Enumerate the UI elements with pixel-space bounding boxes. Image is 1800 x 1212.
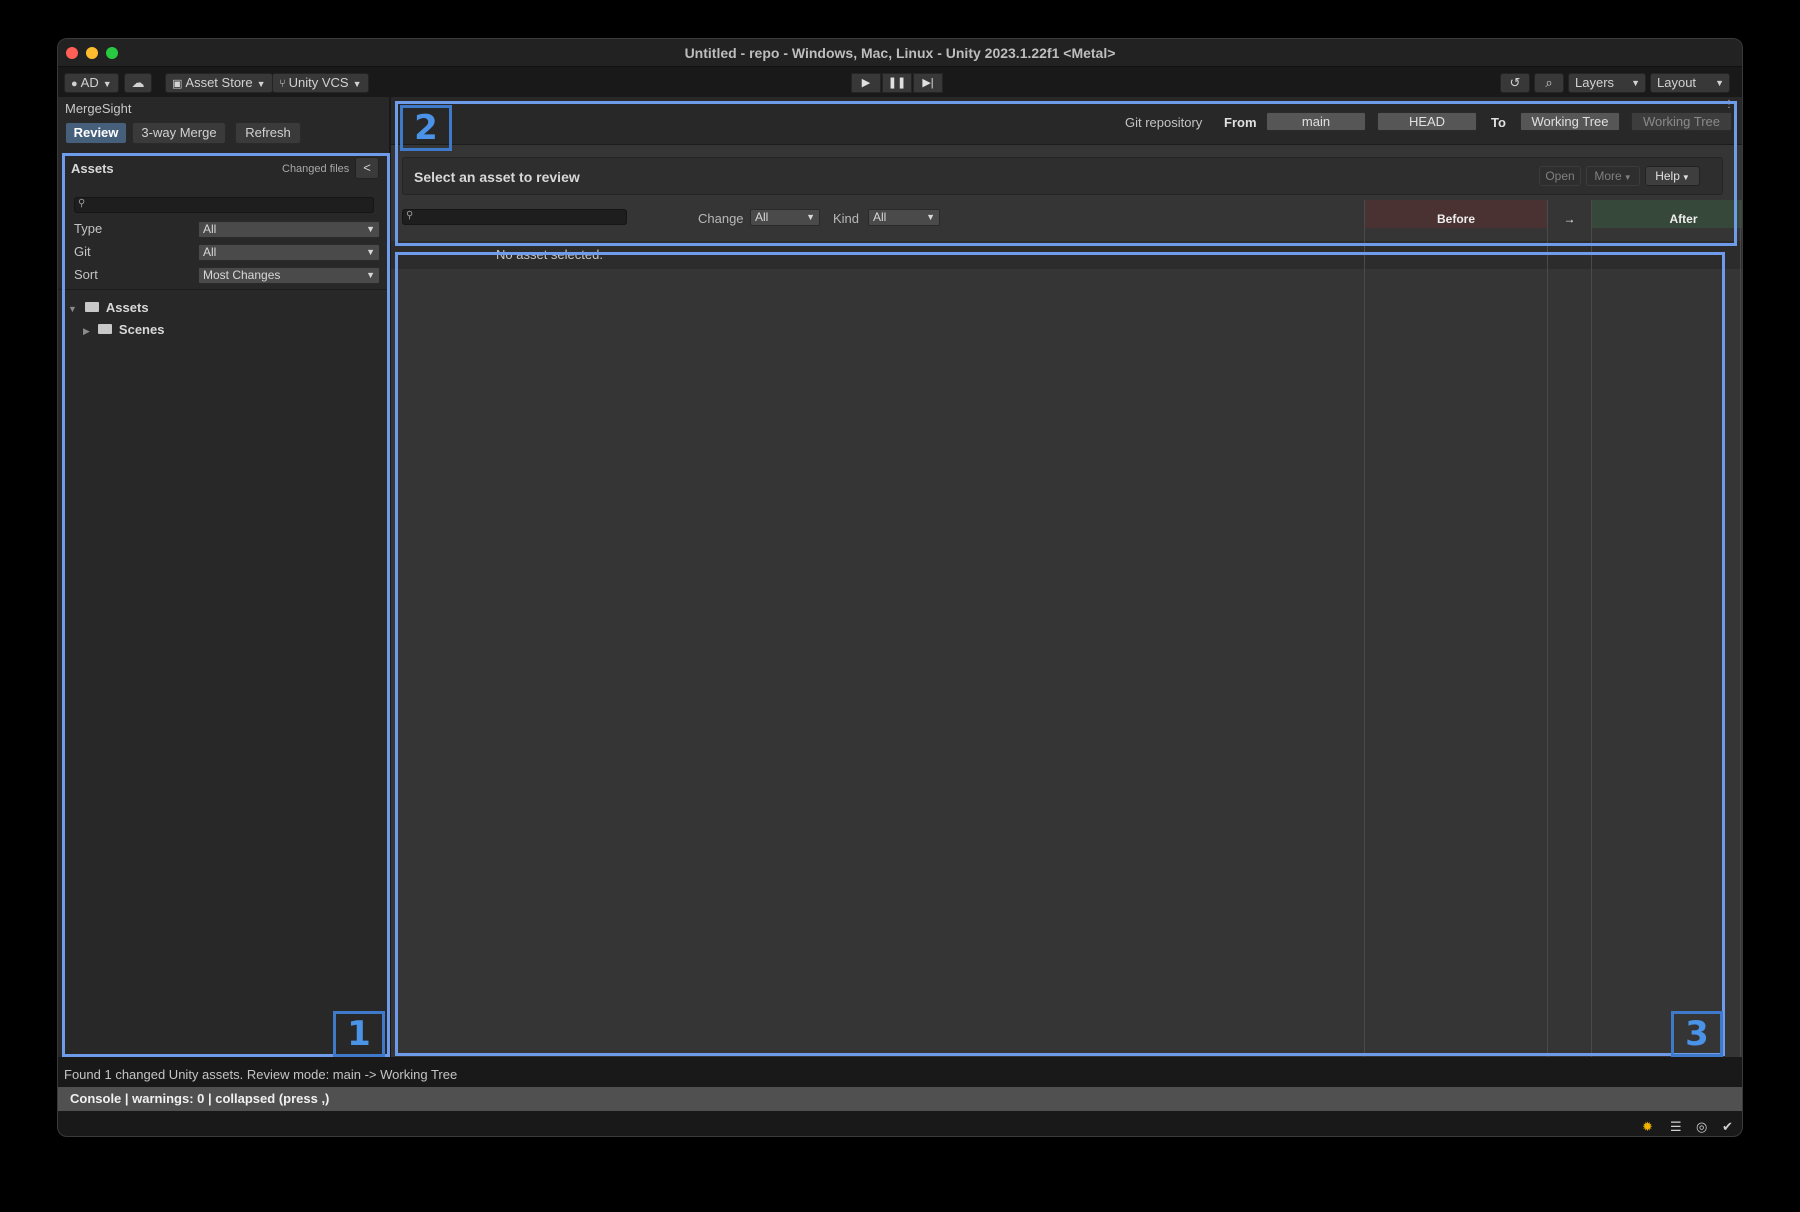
annotation-number-1: 1 [333, 1011, 385, 1057]
refresh-button[interactable]: Refresh [235, 122, 301, 144]
cloud-button[interactable]: ☁ [124, 73, 152, 93]
to-target-secondary-button[interactable]: Working Tree [1631, 112, 1732, 131]
main-toolbar: ● AD ▼ ☁ ▣ Asset Store ▼ ⑂ Unity VCS ▼ ▶ ❚❚ ▶|… [58, 67, 1742, 97]
history-button[interactable]: ↺ [1500, 73, 1530, 93]
to-target-button[interactable]: Working Tree [1520, 112, 1620, 131]
column-divider [1364, 200, 1365, 1057]
change-filter-select[interactable]: All ▼ [750, 209, 820, 226]
history-icon: ↺ [1509, 75, 1521, 90]
review-header: Select an asset to review Open More ▼ Hel… [402, 157, 1723, 195]
folder-icon [97, 324, 112, 334]
collapse-panel-button[interactable]: < [355, 157, 379, 179]
search-icon: ⚲ [78, 198, 86, 209]
scrollbar-track[interactable] [1740, 200, 1741, 1057]
chevron-down-icon: ▼ [366, 224, 375, 234]
empty-state-row: No asset selected. [391, 241, 1742, 269]
after-column-header: After [1592, 200, 1742, 228]
folder-icon [84, 302, 99, 312]
help-button[interactable]: Help ▼ [1645, 166, 1700, 186]
column-divider [1547, 200, 1548, 1057]
branch-icon: ⑂ [279, 78, 286, 90]
chevron-down-icon: ▼ [366, 270, 375, 280]
assets-header: Assets [71, 161, 114, 176]
collapsed-arrow-icon[interactable]: ▶ [83, 326, 90, 336]
search-icon: ⌕ [1545, 75, 1553, 90]
check-circle-icon[interactable]: ✔ [1722, 1119, 1733, 1135]
git-filter-label: Git [74, 244, 91, 259]
type-filter-label: Type [74, 221, 103, 236]
three-way-merge-tab[interactable]: 3-way Merge [132, 122, 226, 144]
console-bar[interactable]: Console | warnings: 0 | collapsed (press… [58, 1087, 1742, 1111]
cloud-icon: ☁ [131, 75, 145, 90]
from-label: From [1224, 115, 1257, 130]
annotation-number-3: 3 [1671, 1011, 1723, 1057]
review-panel: ⋮ Git repository From main HEAD To Worki… [391, 97, 1742, 1057]
tree-item-scenes[interactable]: ▶ Scenes [83, 322, 164, 342]
shopping-bag-icon: ▣ [172, 78, 183, 90]
chevron-down-icon: ▼ [352, 79, 362, 89]
expanded-arrow-icon[interactable]: ▼ [68, 304, 77, 314]
kebab-menu-icon[interactable]: ⋮ [1724, 99, 1734, 110]
git-repository-label: Git repository [1125, 115, 1203, 130]
sort-select[interactable]: Most Changes ▼ [198, 267, 380, 284]
review-title: Select an asset to review [414, 169, 580, 185]
status-message: Found 1 changed Unity assets. Review mod… [64, 1067, 458, 1082]
arrow-column-header: → [1548, 200, 1591, 228]
changed-files-label: Changed files [282, 163, 350, 175]
account-button[interactable]: ● AD ▼ [64, 73, 119, 93]
account-icon: ● [71, 78, 78, 90]
layers-dropdown[interactable]: Layers ▼ [1568, 73, 1646, 93]
console-summary: Console | warnings: 0 | collapsed (press… [70, 1091, 330, 1106]
chevron-down-icon: ▼ [1715, 78, 1724, 88]
asset-search-input[interactable]: ⚲ [74, 197, 374, 213]
to-label: To [1491, 115, 1506, 130]
tree-item-assets[interactable]: ▼ Assets [68, 300, 149, 320]
compare-bar: ⋮ Git repository From main HEAD To Worki… [391, 97, 1742, 145]
play-button[interactable]: ▶ [851, 73, 881, 93]
git-filter-select[interactable]: All ▼ [198, 244, 380, 261]
play-icon: ▶ [861, 77, 871, 89]
review-tab[interactable]: Review [65, 122, 127, 144]
step-icon: ▶| [922, 77, 934, 89]
assets-panel: MergeSight Review 3-way Merge Refresh As… [58, 97, 390, 1057]
annotation-number-2: 2 [400, 105, 452, 151]
type-filter-select[interactable]: All ▼ [198, 221, 380, 238]
chevron-down-icon: ▼ [926, 212, 935, 222]
unity-editor-window: Untitled - repo - Windows, Mac, Linux - … [57, 38, 1743, 1137]
sort-filter-label: Sort [74, 267, 98, 282]
chevron-down-icon: ▼ [256, 79, 266, 89]
chevron-down-icon: ▼ [366, 247, 375, 257]
open-button[interactable]: Open [1539, 166, 1581, 186]
chevron-down-icon: ▼ [1681, 173, 1690, 182]
search-button[interactable]: ⌕ [1534, 73, 1564, 93]
chevron-down-icon: ▼ [1631, 78, 1640, 88]
diff-search-input[interactable]: ⚲ [402, 209, 627, 225]
step-button[interactable]: ▶| [913, 73, 943, 93]
column-divider [1591, 200, 1592, 1057]
panel-title: MergeSight [65, 101, 132, 116]
asset-store-button[interactable]: ▣ Asset Store ▼ [165, 73, 273, 93]
kind-filter-label: Kind [833, 211, 860, 226]
cache-icon[interactable]: ☰ [1670, 1119, 1682, 1135]
more-button[interactable]: More ▼ [1586, 166, 1640, 186]
debug-icon[interactable]: ✹ [1642, 1119, 1653, 1135]
layout-dropdown[interactable]: Layout ▼ [1650, 73, 1730, 93]
search-icon: ⚲ [406, 210, 414, 221]
change-filter-label: Change [698, 211, 744, 226]
chevron-down-icon: ▼ [102, 79, 112, 89]
empty-state-message: No asset selected. [496, 247, 603, 262]
from-branch-button[interactable]: main [1266, 112, 1366, 131]
divider [58, 289, 389, 290]
window-title: Untitled - repo - Windows, Mac, Linux - … [684, 45, 1116, 61]
chevron-down-icon: ▼ [1623, 173, 1632, 182]
pause-icon: ❚❚ [887, 77, 907, 89]
chevron-down-icon: ▼ [806, 212, 815, 222]
kind-filter-select[interactable]: All ▼ [868, 209, 940, 226]
eye-off-icon[interactable]: ◎ [1696, 1119, 1707, 1135]
from-ref-button[interactable]: HEAD [1377, 112, 1477, 131]
before-column-header: Before [1365, 200, 1547, 228]
unity-vcs-button[interactable]: ⑂ Unity VCS ▼ [272, 73, 369, 93]
title-bar: Untitled - repo - Windows, Mac, Linux - … [58, 39, 1742, 67]
pause-button[interactable]: ❚❚ [882, 73, 912, 93]
